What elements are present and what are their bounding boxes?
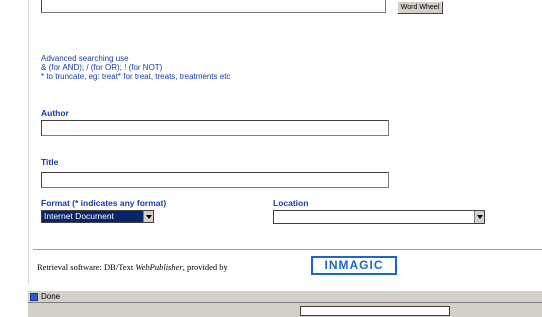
title-field[interactable] <box>41 172 389 188</box>
author-field[interactable] <box>41 120 389 136</box>
divider <box>33 249 542 251</box>
bottom-field[interactable] <box>300 306 450 316</box>
format-selected-value: Internet Document <box>44 211 114 221</box>
inmagic-logo[interactable]: INMAGIC <box>311 256 397 275</box>
retrieval-suffix: , provided by <box>182 262 228 272</box>
search-input[interactable] <box>41 0 386 13</box>
chevron-down-icon[interactable] <box>143 211 153 222</box>
help-line-2: & (for AND); / (for OR); ! (for NOT) <box>41 63 163 72</box>
advanced-search-help: Advanced searching use & (for AND); / (f… <box>41 54 230 81</box>
location-select[interactable] <box>273 210 485 224</box>
chevron-down-icon[interactable] <box>474 211 484 223</box>
retrieval-prefix: Retrieval software: DB/Text <box>37 262 136 272</box>
left-margin <box>0 0 22 284</box>
retrieval-product: WebPublisher <box>135 262 183 272</box>
retrieval-credit: Retrieval software: DB/Text WebPublisher… <box>37 262 228 272</box>
bottom-bar <box>28 302 542 317</box>
help-line-3: * to truncate, eg: treat* for treat, tre… <box>41 72 231 81</box>
format-select[interactable]: Internet Document <box>41 210 154 223</box>
title-label: Title <box>41 157 59 167</box>
format-label: Format (* indicates any format) <box>41 198 167 208</box>
page-icon <box>30 293 38 301</box>
word-wheel-button[interactable]: Word Wheel <box>397 1 443 14</box>
location-label: Location <box>273 198 309 208</box>
author-label: Author <box>41 108 69 118</box>
page-content: Word Wheel Advanced searching use & (for… <box>28 0 542 284</box>
help-line-1: Advanced searching use <box>41 54 129 63</box>
